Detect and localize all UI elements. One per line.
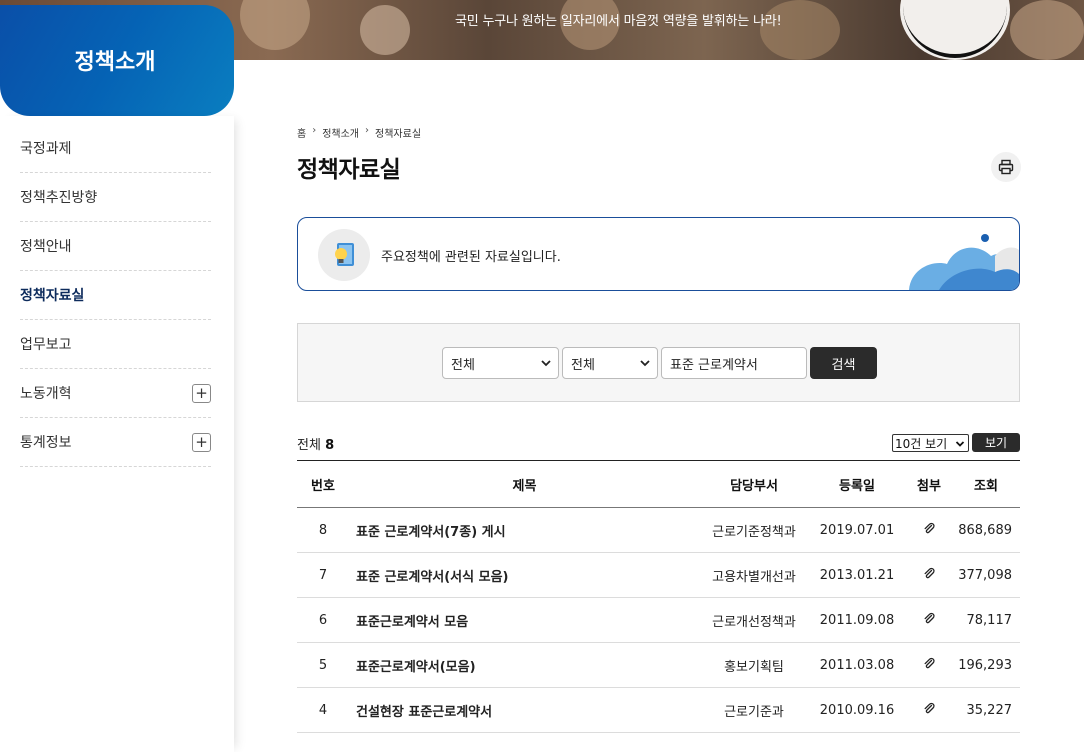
search-button[interactable]: 검색 — [810, 347, 877, 379]
row-title-link[interactable]: 표준 근로계약서(7종) 게시 — [349, 508, 700, 553]
header-title: 제목 — [512, 478, 537, 494]
sidebar-menu: 국정과제 정책추진방향 정책안내 정책자료실 업무보고 노동개혁 + 통계정보 … — [20, 124, 211, 467]
policy-table: 번호 제목 담당부서 등록일 첨부 조회 8 표준 근로계약서(7종) 게시 근로기… — [297, 460, 1020, 733]
header-dept: 담당부서 — [730, 478, 778, 494]
sidebar-item-work-report[interactable]: 업무보고 — [20, 320, 211, 369]
sidebar-item-label: 업무보고 — [20, 337, 72, 353]
field-select[interactable]: 전체 — [562, 347, 658, 379]
row-dept: 고용차별개선과 — [712, 569, 796, 585]
row-date: 2019.07.01 — [819, 522, 895, 538]
row-title-link[interactable]: 표준 근로계약서(서식 모음) — [349, 553, 700, 598]
sidebar-item-label: 통계정보 — [20, 435, 72, 451]
row-dept: 근로개선정책과 — [712, 614, 796, 630]
row-dept: 근로기준정책과 — [712, 524, 796, 540]
expand-plus-icon[interactable]: + — [192, 383, 211, 403]
row-number: 8 — [318, 522, 328, 538]
intro-box: 주요정책에 관련된 자료실입니다. — [297, 217, 1020, 291]
row-dept: 홍보기획팀 — [724, 659, 784, 675]
intro-text: 주요정책에 관련된 자료실입니다. — [381, 250, 561, 265]
row-views: 78,117 — [966, 612, 1013, 628]
row-date: 2011.03.08 — [819, 657, 895, 673]
header-views: 조회 — [974, 478, 998, 494]
banner-bokeh — [1010, 0, 1084, 60]
header-num: 번호 — [311, 478, 335, 494]
sidebar-item-label: 노동개혁 — [20, 386, 72, 402]
banner-bokeh — [240, 0, 310, 50]
printer-icon — [998, 159, 1014, 175]
category-select[interactable]: 전체 — [442, 347, 559, 379]
attachment-icon[interactable] — [906, 598, 952, 643]
page-title: 정책자료실 — [297, 157, 401, 183]
row-date: 2010.09.16 — [819, 702, 895, 718]
row-number: 6 — [318, 612, 328, 628]
total-number: 8 — [325, 438, 335, 453]
banner-bokeh — [760, 0, 840, 60]
row-number: 7 — [318, 567, 328, 583]
attachment-icon[interactable] — [906, 688, 952, 733]
row-title-link[interactable]: 건설현장 표준근로계약서 — [349, 688, 700, 733]
sidebar-item-policy-archive[interactable]: 정책자료실 — [20, 271, 211, 320]
header-date: 등록일 — [839, 478, 875, 494]
view-button[interactable]: 보기 — [972, 433, 1020, 452]
page-size-select[interactable]: 10건 보기 — [892, 434, 969, 452]
table-header-row: 번호 제목 담당부서 등록일 첨부 조회 — [297, 460, 1020, 508]
sidebar-item-label: 정책안내 — [20, 239, 72, 255]
sidebar-item-label: 정책추진방향 — [20, 190, 98, 206]
row-dept: 근로기준과 — [724, 704, 784, 720]
print-button[interactable] — [991, 152, 1021, 182]
row-number: 4 — [318, 702, 328, 718]
sidebar-item-label: 국정과제 — [20, 141, 72, 157]
total-label: 전체 — [297, 438, 321, 453]
sidebar-item-label: 정책자료실 — [20, 288, 85, 304]
table-row[interactable]: 7 표준 근로계약서(서식 모음) 고용차별개선과 2013.01.21 377,098 — [297, 553, 1020, 598]
row-views: 377,098 — [958, 567, 1012, 583]
row-title-link[interactable]: 표준근로계약서 모음 — [349, 598, 700, 643]
chevron-down-icon — [541, 360, 551, 367]
row-title-link[interactable]: 표준근로계약서(모음) — [349, 643, 700, 688]
sidebar-item-labor-reform[interactable]: 노동개혁 + — [20, 369, 211, 418]
sidebar-item-policy-guide[interactable]: 정책안내 — [20, 222, 211, 271]
banner-bokeh — [360, 5, 410, 55]
breadcrumb-separator: › — [365, 125, 370, 136]
smile-mouth — [903, 0, 1007, 58]
sidebar-title: 정책소개 — [74, 49, 156, 75]
table-row[interactable]: 8 표준 근로계약서(7종) 게시 근로기준정책과 2019.07.01 868,689 — [297, 508, 1020, 553]
sidebar-item-national-tasks[interactable]: 국정과제 — [20, 124, 211, 173]
chevron-down-icon — [640, 360, 650, 367]
attachment-icon[interactable] — [906, 553, 952, 598]
breadcrumb-separator: › — [312, 125, 317, 136]
wave-decoration — [909, 234, 1019, 290]
row-views: 35,227 — [966, 702, 1013, 718]
search-panel: 전체 전체 검색 — [297, 323, 1020, 402]
table-row[interactable]: 4 건설현장 표준근로계약서 근로기준과 2010.09.16 35,227 — [297, 688, 1020, 733]
expand-plus-icon[interactable]: + — [192, 432, 211, 452]
table-row[interactable]: 5 표준근로계약서(모음) 홍보기획팀 2011.03.08 196,293 — [297, 643, 1020, 688]
breadcrumb-home[interactable]: 홈 — [297, 125, 306, 140]
field-select-value: 전체 — [571, 357, 595, 373]
row-date: 2013.01.21 — [819, 567, 895, 583]
banner-slogan: 국민 누구나 원하는 일자리에서 마음껏 역량을 발휘하는 나라! — [455, 14, 782, 29]
search-input[interactable] — [661, 347, 807, 379]
breadcrumb-level1[interactable]: 정책소개 — [322, 125, 359, 140]
row-date: 2011.09.08 — [819, 612, 895, 628]
header-attach: 첨부 — [917, 478, 941, 494]
sidebar-item-policy-direction[interactable]: 정책추진방향 — [20, 173, 211, 222]
book-lightbulb-icon — [318, 229, 370, 281]
chevron-down-icon — [955, 441, 965, 447]
breadcrumb-level2[interactable]: 정책자료실 — [375, 125, 421, 140]
row-views: 196,293 — [958, 657, 1012, 673]
sidebar-header: 정책소개 — [0, 5, 234, 116]
total-count: 전체 8 — [297, 434, 334, 453]
row-views: 868,689 — [958, 522, 1012, 538]
category-select-value: 전체 — [451, 357, 475, 373]
table-row[interactable]: 6 표준근로계약서 모음 근로개선정책과 2011.09.08 78,117 — [297, 598, 1020, 643]
sidebar-item-statistics[interactable]: 통계정보 + — [20, 418, 211, 467]
row-number: 5 — [318, 657, 328, 673]
page-size-value: 10건 보기 — [895, 436, 948, 451]
breadcrumb: 홈 › 정책소개 › 정책자료실 — [297, 125, 421, 140]
attachment-icon[interactable] — [906, 643, 952, 688]
attachment-icon[interactable] — [906, 508, 952, 553]
